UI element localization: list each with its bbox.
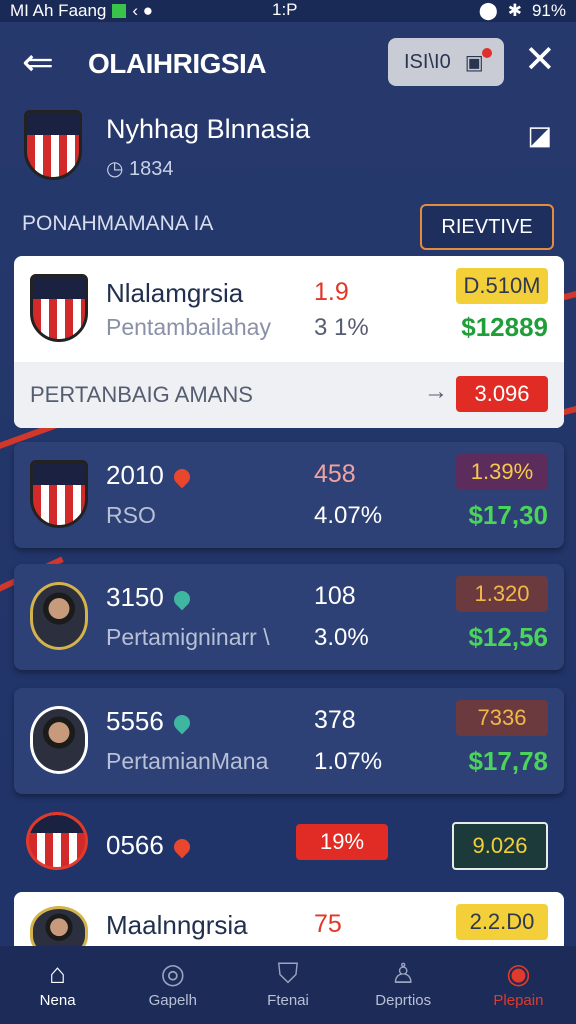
row-odds: 75 [314, 910, 342, 938]
nav-label: Ftenai [267, 992, 309, 1009]
section-label: PONAHMAMANA IA [22, 212, 214, 235]
row-pct: 4.07% [314, 502, 383, 529]
heart-icon [170, 711, 194, 735]
player-avatar [30, 582, 88, 650]
shield-icon: ⛉ [277, 958, 299, 989]
bottom-nav: ⌂ Nena ◎ Gapelh ⛉ Ftenai ♙ Deprtios ◉ Plepain [0, 946, 576, 1024]
row-odds: 108 [314, 582, 356, 610]
nav-item-shield[interactable]: ⛉ Ftenai [230, 946, 345, 1024]
nav-item-profile[interactable]: ◉ Plepain [461, 946, 576, 1024]
featured-name: Nlalamgrsia [106, 278, 244, 308]
section-header: PONAHMAMANA IA RIEVTIVE [22, 204, 554, 250]
notification-dot [482, 48, 492, 58]
close-icon[interactable]: ✕ [524, 40, 556, 80]
nav-item-home[interactable]: ⌂ Nena [0, 946, 115, 1024]
row-money: $12,56 [468, 622, 548, 652]
row-sub: PertamianMana [106, 748, 269, 774]
carrier-label: MI Ah Faang [10, 1, 107, 20]
featured-footer[interactable]: PERTANBAIG AMANS → 3.096 [14, 362, 564, 428]
team-header: Nyhhag Blnnasia ◷ 1834 ◪ [24, 110, 576, 186]
footer-badge: 3.096 [456, 376, 548, 412]
nav-label: Gapelh [148, 992, 197, 1009]
wifi-icon: ✱ [507, 1, 522, 20]
clock: 1:P [272, 0, 298, 19]
nav-label: Nena [39, 992, 76, 1009]
profile-icon: ◉ [506, 958, 531, 989]
team-name: Nyhhag Blnnasia [106, 114, 311, 144]
nav-item-user[interactable]: ♙ Deprtios [346, 946, 461, 1024]
wand-icon[interactable]: ◪ [527, 120, 552, 151]
pill-label: ISI\I0 [404, 50, 451, 73]
team-sub: ◷ 1834 [106, 158, 174, 180]
featured-pct: 3 1% [314, 314, 369, 341]
row-name: 0566 [106, 830, 194, 861]
row-pct: 1.07% [314, 748, 383, 775]
row-badge: 1.39% [456, 454, 548, 490]
nav-item-search[interactable]: ◎ Gapelh [115, 946, 230, 1024]
header-pill-button[interactable]: ISI\I0 ▣ [388, 38, 504, 86]
nav-icon: ‹ ● [132, 1, 154, 20]
featured-badge: D.510M [456, 268, 548, 304]
heart-icon [170, 465, 194, 489]
row-sub: RSO [106, 502, 156, 528]
app-header: ⇐ OLAIHRIGSIA ISI\I0 ▣ ✕ [0, 36, 576, 92]
row-money: $17,78 [468, 746, 548, 776]
list-item[interactable]: 2010 RSO 458 4.07% 1.39% $17,30 [14, 442, 564, 548]
home-icon: ⌂ [49, 958, 67, 989]
row-value: 9.026 [452, 822, 548, 870]
featured-money: $12889 [461, 312, 548, 342]
player-avatar [30, 706, 88, 774]
nav-label: Deprtios [375, 992, 432, 1009]
featured-footer-label: PERTANBAIG AMANS [30, 382, 253, 407]
row-badge: 7336 [456, 700, 548, 736]
featured-card[interactable]: Nlalamgrsia Pentambailahay 1.9 3 1% D.51… [14, 256, 564, 428]
search-icon: ◎ [160, 958, 186, 989]
location-icon: ⬤ [478, 1, 498, 20]
status-bar: MI Ah Faang ‹ ● 1:P ⬤ ✱ 91% [0, 0, 576, 22]
arrow-right-icon: → [424, 378, 448, 405]
row-name: Maalnngrsia [106, 910, 248, 940]
heart-icon [170, 587, 194, 611]
user-icon: ♙ [390, 958, 416, 989]
page-title: OLAIHRIGSIA [88, 48, 267, 79]
list-item[interactable]: Maalnngrsia 75 2.2.D0 [14, 892, 564, 952]
row-name: 5556 [106, 706, 194, 737]
row-odds: 378 [314, 706, 356, 734]
row-badge: 2.2.D0 [456, 904, 548, 940]
signal-icon [112, 4, 127, 18]
row-name: 2010 [106, 460, 194, 491]
team-crest-icon [26, 812, 88, 870]
list-item[interactable]: 0566 19% 9.026 [14, 812, 564, 882]
team-crest-icon [24, 110, 82, 180]
nav-label: Plepain [493, 992, 544, 1009]
row-badge: 19% [296, 824, 388, 860]
row-odds: 458 [314, 460, 356, 488]
row-money: $17,30 [468, 500, 548, 530]
featured-sub: Pentambailahay [106, 314, 271, 340]
row-name: 3150 [106, 582, 194, 613]
heart-icon [170, 835, 194, 859]
clock-icon: ◷ [106, 158, 130, 180]
section-button[interactable]: RIEVTIVE [420, 204, 554, 250]
team-crest-icon [30, 460, 88, 528]
back-arrow-icon[interactable]: ⇐ [22, 44, 54, 82]
featured-odds: 1.9 [314, 278, 349, 306]
row-pct: 3.0% [314, 624, 369, 651]
list-item[interactable]: 3150 Pertamigninarr \ 108 3.0% 1.320 $12… [14, 564, 564, 670]
list-item[interactable]: 5556 PertamianMana 378 1.07% 7336 $17,78 [14, 688, 564, 794]
notification-icon: ▣ [464, 51, 484, 74]
row-badge: 1.320 [456, 576, 548, 612]
battery-label: 91% [531, 1, 566, 20]
row-sub: Pertamigninarr \ [106, 624, 270, 650]
team-crest-icon [30, 274, 88, 342]
